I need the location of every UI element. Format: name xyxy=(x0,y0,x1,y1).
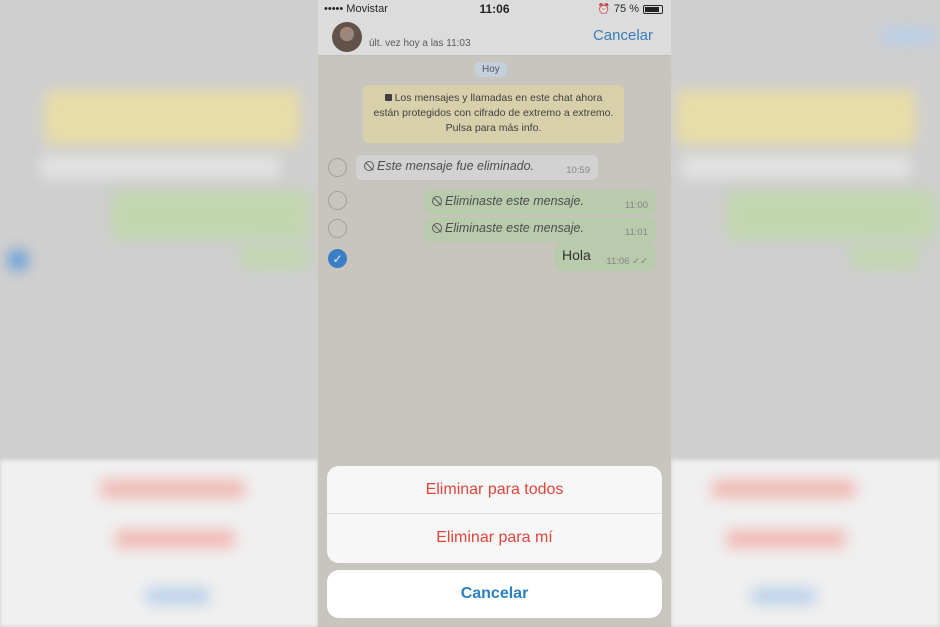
delete-for-me-button[interactable]: Eliminar para mí xyxy=(327,514,662,562)
phone-screen: ••••• Movistar 11:06 ⏰ 75 % últ. vez hoy… xyxy=(318,0,671,627)
delete-action-sheet: Eliminar para todos Eliminar para mí xyxy=(327,466,662,563)
blurred-backdrop-left xyxy=(0,0,318,627)
action-sheet-cancel-button[interactable]: Cancelar xyxy=(327,570,662,618)
blurred-backdrop-right xyxy=(671,0,940,627)
delete-for-everyone-button[interactable]: Eliminar para todos xyxy=(327,466,662,514)
